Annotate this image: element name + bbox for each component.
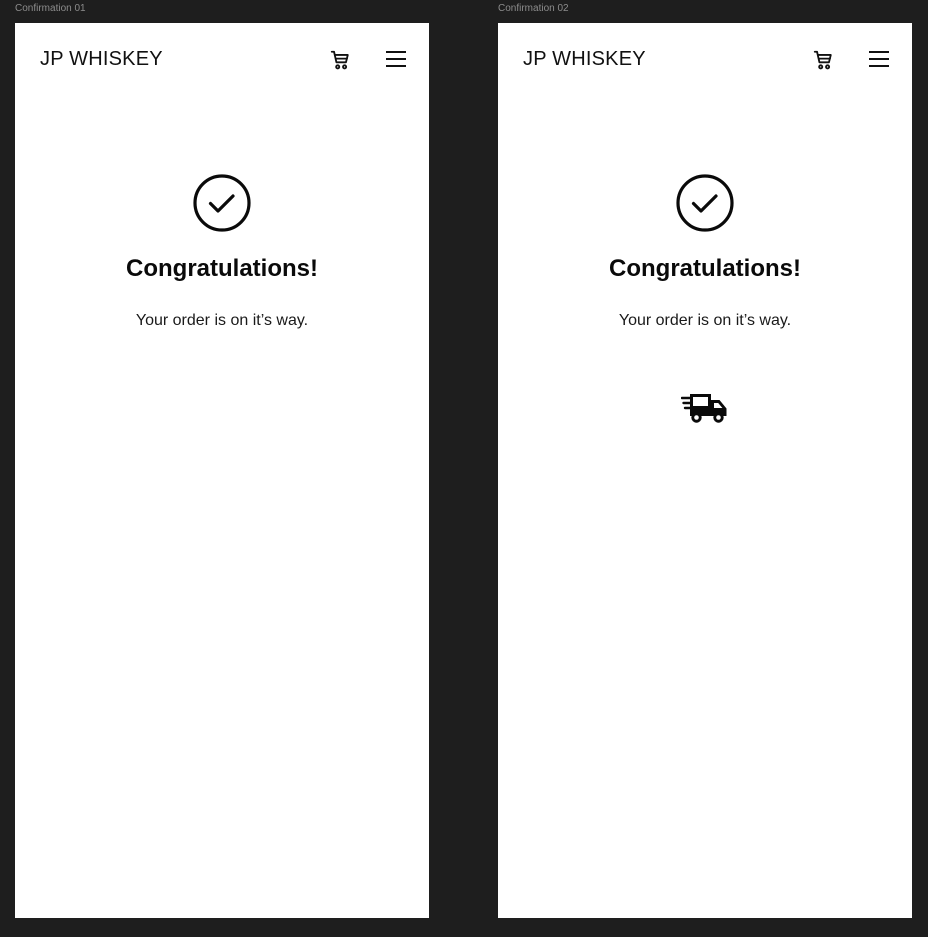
confirmation-01-screen: JP WHISKEY Congratulations! Your order i… <box>15 23 429 918</box>
delivery-truck-icon <box>680 389 729 427</box>
cart-icon <box>330 50 349 70</box>
brand-logo[interactable]: JP WHISKEY <box>40 47 163 71</box>
confirmation-message: Your order is on it’s way. <box>618 312 792 329</box>
check-circle-icon <box>675 173 735 233</box>
menu-button[interactable] <box>868 49 890 69</box>
confirmation-title: Congratulations! <box>126 255 318 282</box>
app-header: JP WHISKEY <box>15 23 429 95</box>
cart-icon <box>813 50 832 70</box>
app-header: JP WHISKEY <box>498 23 912 95</box>
confirmation-02-screen: JP WHISKEY Congratulations! Your order i… <box>498 23 912 918</box>
confirmation-message: Your order is on it’s way. <box>135 312 309 329</box>
hamburger-menu-icon <box>869 51 889 67</box>
brand-logo[interactable]: JP WHISKEY <box>523 47 646 71</box>
confirmation-title: Congratulations! <box>609 255 801 282</box>
frame-label-confirmation-01[interactable]: Confirmation 01 <box>15 3 86 15</box>
menu-button[interactable] <box>385 49 407 69</box>
frame-label-confirmation-02[interactable]: Confirmation 02 <box>498 3 569 15</box>
cart-button[interactable] <box>329 49 351 71</box>
hamburger-menu-icon <box>386 51 406 67</box>
check-circle-icon <box>192 173 252 233</box>
design-canvas: Confirmation 01 JP WHISKEY Congratulatio… <box>0 0 928 937</box>
cart-button[interactable] <box>812 49 834 71</box>
